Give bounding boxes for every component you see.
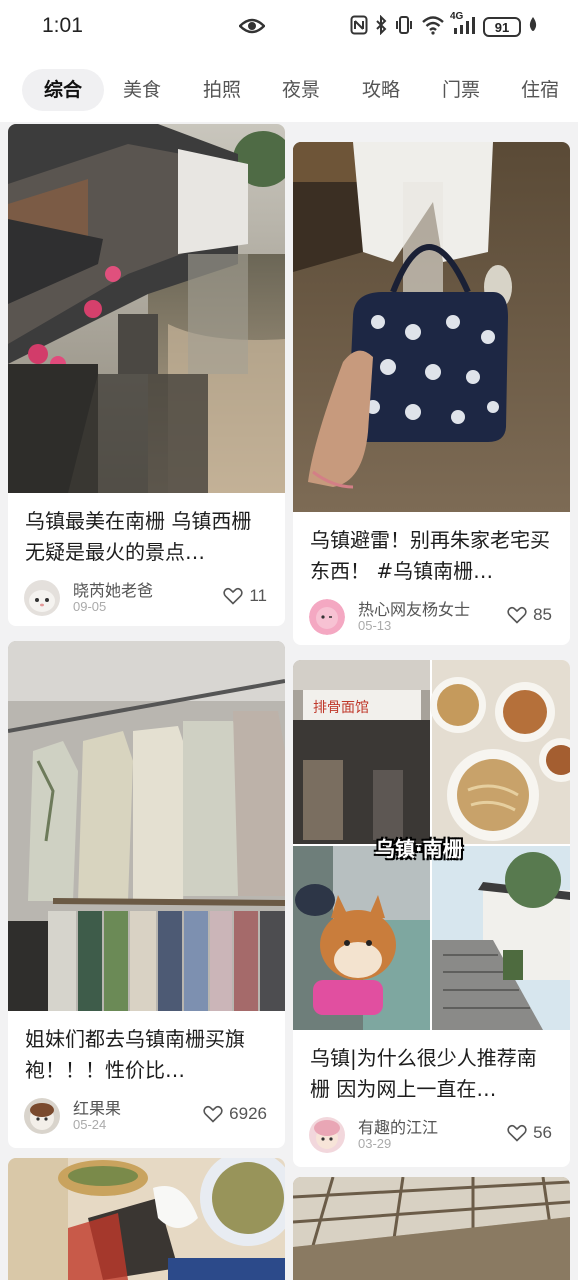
status-time: 1:01 [42,14,83,37]
author-name[interactable]: 有趣的江江 [358,1114,438,1138]
category-tabs: 综合 美食 拍照 夜景 攻略 门票 住宿 [0,56,578,122]
network-type: 4G [450,11,464,22]
post-card[interactable]: 排骨面馆 乌镇·南栅 乌镇|为什么很少人推荐南栅 因为网上一直在… 有趣的江江 … [293,660,570,1167]
nfc-icon [350,15,368,39]
avatar[interactable] [24,1098,60,1134]
author-name[interactable]: 热心网友杨女士 [358,596,470,620]
tab-tickets[interactable]: 门票 [431,69,491,111]
tab-night-view[interactable]: 夜景 [271,69,331,111]
wifi-icon [421,15,445,39]
like-button[interactable]: 6926 [203,1104,267,1124]
heart-icon [203,1105,223,1123]
post-image[interactable] [8,124,285,493]
post-card[interactable] [293,1177,570,1280]
tab-hotel[interactable]: 住宿 [510,69,570,111]
svg-text:排骨面馆: 排骨面馆 [313,700,369,716]
image-overlay-label: 乌镇·南栅 [375,837,463,861]
author-row[interactable]: 有趣的江江 03-29 56 [309,1117,552,1157]
author-row[interactable]: 红果果 05-24 6926 [24,1098,267,1138]
heart-icon [223,587,243,605]
post-image[interactable]: 排骨面馆 乌镇·南栅 [293,660,570,1030]
signal-icon: 4G [450,11,476,39]
post-image[interactable] [293,142,570,512]
post-card[interactable] [8,1158,285,1280]
post-image[interactable] [8,1158,285,1280]
eye-icon [238,16,266,40]
like-count: 11 [249,586,267,605]
post-date: 05-13 [358,618,392,633]
tab-guide[interactable]: 攻略 [351,69,411,111]
avatar[interactable] [309,599,345,635]
like-count: 6926 [229,1104,267,1123]
vibrate-icon [394,15,414,39]
leaf-icon [528,16,538,38]
author-row[interactable]: 晓芮她老爸 09-05 11 [24,580,267,620]
post-card[interactable]: 姐妹们都去乌镇南栅买旗袍！！！性价比… 红果果 05-24 6926 [8,641,285,1148]
like-button[interactable]: 85 [507,605,552,625]
post-title[interactable]: 乌镇|为什么很少人推荐南栅 因为网上一直在… [310,1043,556,1105]
post-card[interactable]: 乌镇最美在南栅 乌镇西栅无疑是最火的景点… 晓芮她老爸 09-05 11 [8,124,285,626]
battery-icon: 91 [483,17,521,37]
like-button[interactable]: 11 [223,586,267,606]
post-card[interactable]: 乌镇避雷！别再朱家老宅买东西！ #乌镇南栅… 热心网友杨女士 05-13 85 [293,142,570,645]
like-count: 56 [533,1123,552,1142]
post-date: 03-29 [358,1136,392,1151]
post-date: 05-24 [73,1117,107,1132]
post-title[interactable]: 乌镇最美在南栅 乌镇西栅无疑是最火的景点… [25,506,271,568]
post-title[interactable]: 姐妹们都去乌镇南栅买旗袍！！！性价比… [25,1024,271,1086]
bluetooth-icon [375,14,387,39]
like-count: 85 [533,605,552,624]
post-title[interactable]: 乌镇避雷！别再朱家老宅买东西！ #乌镇南栅… [310,525,556,587]
heart-icon [507,1124,527,1142]
status-icons: 4G 91 [350,11,538,39]
post-image[interactable] [8,641,285,1011]
tab-photo[interactable]: 拍照 [192,69,252,111]
post-image[interactable] [293,1177,570,1280]
post-date: 09-05 [73,599,107,614]
battery-level: 91 [494,19,510,35]
avatar[interactable] [24,580,60,616]
heart-icon [507,606,527,624]
tab-comprehensive[interactable]: 综合 [22,69,104,111]
avatar[interactable] [309,1117,345,1153]
like-button[interactable]: 56 [507,1123,552,1143]
author-row[interactable]: 热心网友杨女士 05-13 85 [309,599,552,639]
author-name[interactable]: 红果果 [73,1095,121,1119]
status-bar: 1:01 4G 91 [0,0,578,56]
tab-food[interactable]: 美食 [112,69,172,111]
author-name[interactable]: 晓芮她老爸 [73,577,153,601]
